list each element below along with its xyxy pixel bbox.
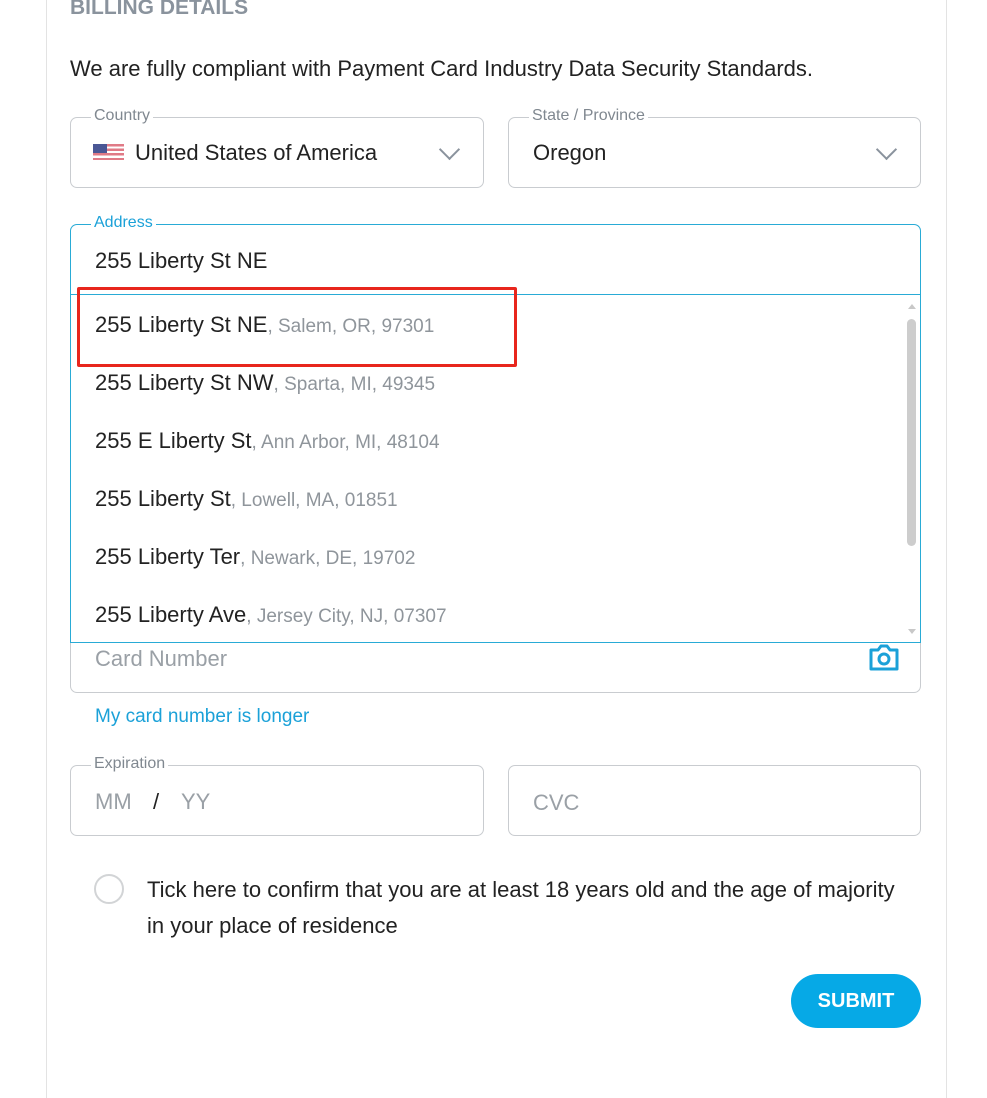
suggestion-item[interactable]: 255 Liberty Ave, Jersey City, NJ, 07307 [95, 602, 447, 628]
suggestion-item[interactable]: 255 Liberty St, Lowell, MA, 01851 [95, 486, 398, 512]
age-confirm-text: Tick here to confirm that you are at lea… [147, 877, 895, 938]
section-title: BILLING DETAILS [70, 0, 249, 19]
scrollbar-thumb[interactable] [907, 319, 916, 546]
compliance-text: We are fully compliant with Payment Card… [70, 56, 814, 81]
camera-icon[interactable] [868, 643, 900, 673]
scroll-down-arrow[interactable] [908, 629, 916, 634]
suggestion-item[interactable]: 255 Liberty Ter, Newark, DE, 19702 [95, 544, 415, 570]
suggestion-item[interactable]: 255 Liberty St NW, Sparta, MI, 49345 [95, 370, 435, 396]
expiration-separator: / [153, 789, 160, 814]
state-label: State / Province [529, 107, 648, 125]
expiration-label: Expiration [91, 755, 169, 773]
expiration-month: MM [95, 789, 132, 814]
address-input[interactable]: Address 255 Liberty St NE [70, 214, 921, 296]
state-select[interactable]: State / Province Oregon [508, 107, 921, 188]
card-number-placeholder: Card Number [95, 646, 228, 671]
address-label: Address [91, 214, 156, 232]
us-flag-icon [93, 144, 124, 160]
age-confirm-radio[interactable] [94, 874, 124, 904]
country-select[interactable]: Country United States of America [70, 107, 484, 188]
country-label: Country [91, 107, 154, 125]
expiration-year: YY [181, 789, 211, 814]
expiration-input[interactable]: Expiration MM / YY [70, 755, 484, 836]
scroll-up-arrow[interactable] [908, 304, 916, 309]
submit-button[interactable]: SUBMIT [791, 974, 921, 1028]
highlight-box [77, 287, 517, 367]
cvc-input[interactable]: CVC [508, 765, 921, 836]
address-value: 255 Liberty St NE [95, 248, 268, 273]
cvc-placeholder: CVC [533, 790, 580, 815]
suggestion-item[interactable]: 255 E Liberty St, Ann Arbor, MI, 48104 [95, 428, 440, 454]
country-value: United States of America [135, 140, 378, 165]
chevron-down-icon [875, 138, 898, 161]
chevron-down-icon [438, 138, 461, 161]
card-longer-link[interactable]: My card number is longer [95, 706, 309, 728]
state-value: Oregon [533, 140, 607, 165]
